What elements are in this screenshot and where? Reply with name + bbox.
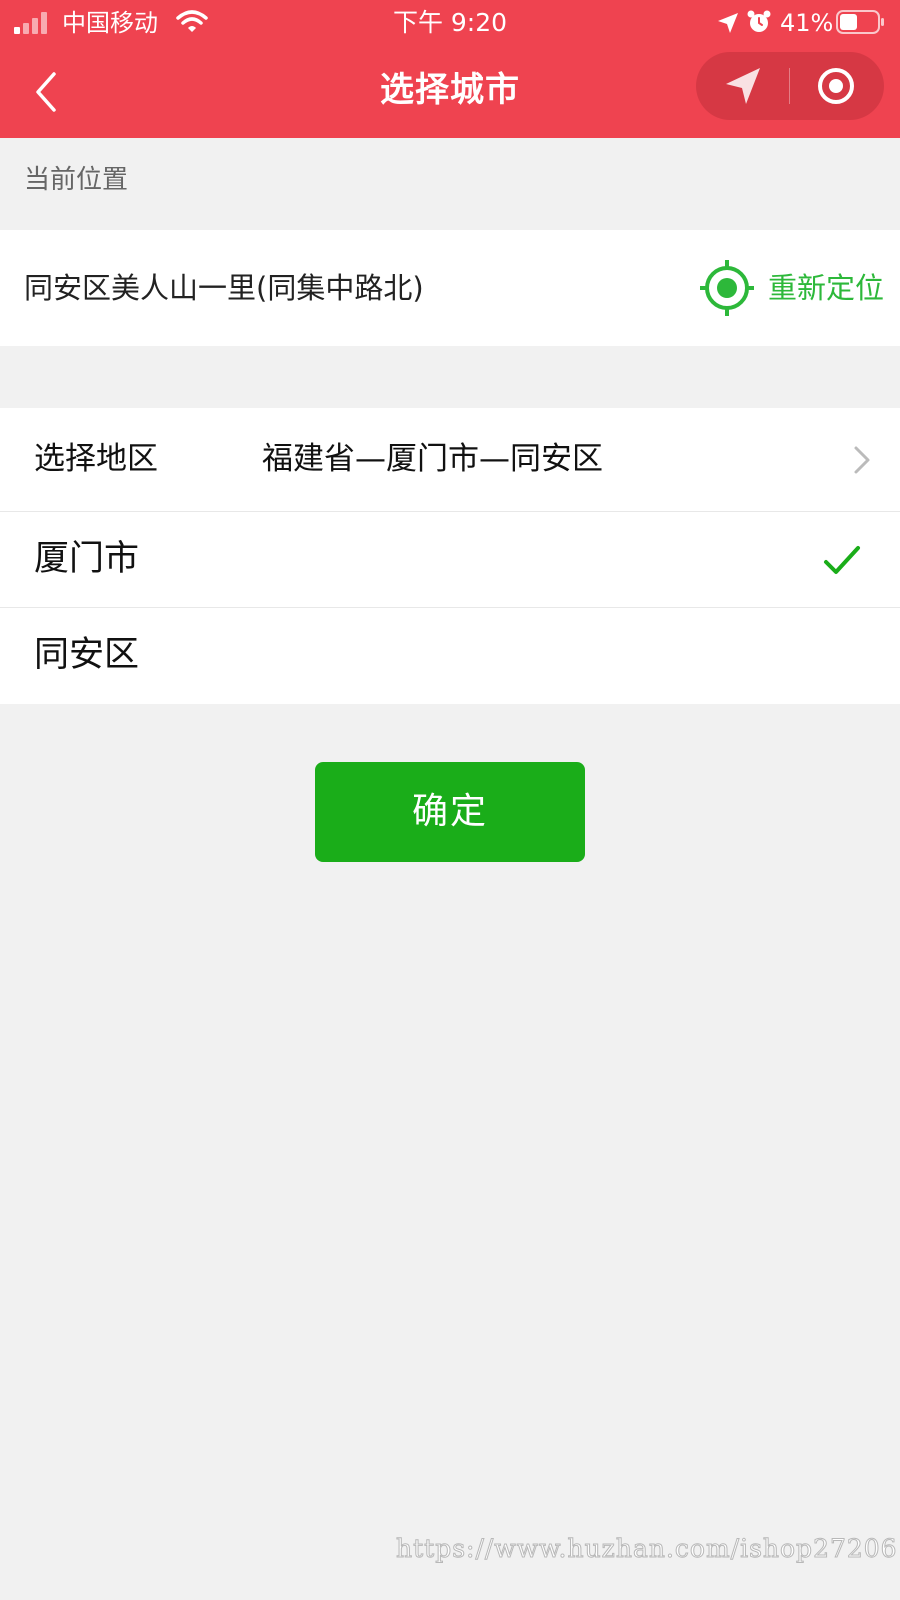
relocate-button[interactable]: 重新定位 <box>700 260 890 316</box>
location-services-icon <box>718 13 738 33</box>
signal-strength-icon <box>14 12 47 34</box>
relocate-label: 重新定位 <box>768 271 885 305</box>
navigate-button[interactable] <box>720 64 768 108</box>
close-mini-program-button[interactable] <box>812 64 860 108</box>
navigation-arrow-icon <box>726 68 760 104</box>
current-address: 同安区美人山一里(同集中路北) <box>24 271 424 305</box>
district-option-row[interactable]: 同安区 <box>0 608 900 704</box>
record-circle-icon <box>818 68 854 104</box>
city-label: 厦门市 <box>34 539 140 579</box>
region-selection-list: 选择地区 福建省—厦门市—同安区 厦门市 同安区 <box>0 408 900 704</box>
check-icon <box>824 546 860 574</box>
header-bar: 中国移动 下午 9:20 41% 选择城市 <box>0 0 900 138</box>
district-label: 同安区 <box>34 635 140 675</box>
page-title: 选择城市 <box>380 70 520 110</box>
region-value: 福建省—厦门市—同安区 <box>262 441 603 477</box>
battery-icon <box>836 10 884 34</box>
status-time: 下午 9:20 <box>392 8 508 37</box>
region-label: 选择地区 <box>34 441 158 477</box>
back-button[interactable] <box>22 64 78 120</box>
carrier-name: 中国移动 <box>62 9 158 37</box>
target-icon <box>700 260 754 316</box>
city-option-row[interactable]: 厦门市 <box>0 512 900 608</box>
chevron-right-icon <box>854 446 870 474</box>
navigation-bar: 选择城市 <box>0 46 900 138</box>
region-picker-row[interactable]: 选择地区 福建省—厦门市—同安区 <box>0 408 900 512</box>
current-location-card: 同安区美人山一里(同集中路北) 重新定位 <box>0 230 900 346</box>
watermark-text: https://www.huzhan.com/ishop27206 <box>396 1534 898 1564</box>
capsule-divider <box>789 68 790 104</box>
status-bar: 中国移动 下午 9:20 41% <box>0 0 900 46</box>
chevron-left-icon <box>36 72 56 112</box>
current-location-label: 当前位置 <box>24 165 129 195</box>
confirm-button[interactable]: 确定 <box>315 762 585 862</box>
battery-percentage: 41% <box>780 9 834 37</box>
alarm-icon <box>747 10 771 32</box>
mini-program-capsule <box>696 52 884 120</box>
wifi-icon <box>176 10 208 32</box>
